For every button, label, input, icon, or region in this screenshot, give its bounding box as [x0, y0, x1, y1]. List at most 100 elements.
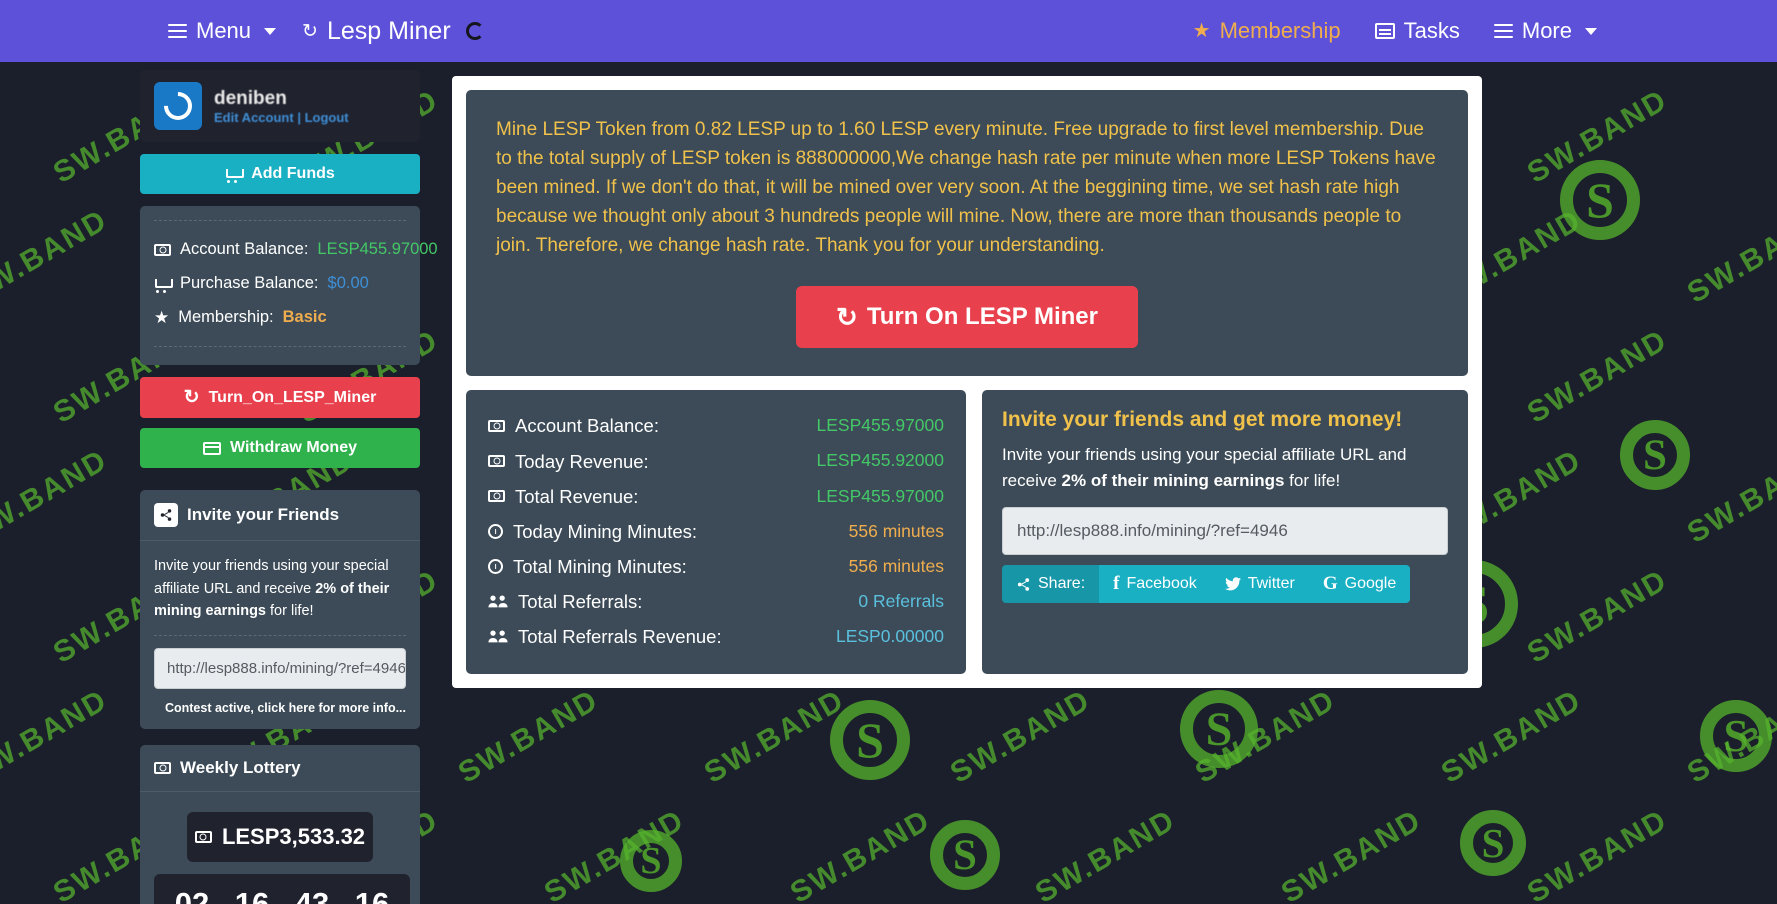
withdraw-money-button[interactable]: Withdraw Money: [140, 428, 420, 469]
twitter-icon: [1224, 577, 1241, 591]
weekly-lottery-title: Weekly Lottery: [180, 757, 301, 777]
star-icon: ★: [154, 308, 170, 328]
menu-dropdown[interactable]: Menu: [168, 18, 277, 44]
nav-membership[interactable]: ★ Membership: [1193, 18, 1341, 44]
share-twitter-button[interactable]: Twitter: [1210, 565, 1309, 604]
invite-friends-body: Invite your friends using your special a…: [140, 541, 420, 728]
more-icon: [1493, 23, 1513, 39]
affiliate-url-input[interactable]: http://lesp888.info/mining/?ref=4946: [1002, 507, 1448, 556]
share-google-button[interactable]: G Google: [1308, 565, 1411, 604]
sidebar-account-stats: Account Balance: LESP455.97000 Purchase …: [140, 206, 438, 366]
turn-on-miner-label: Turn_On_LESP_Miner: [208, 388, 377, 406]
sidebar-stat-row: Purchase Balance: $0.00: [154, 267, 406, 301]
edit-account-link[interactable]: Edit Account: [214, 110, 294, 125]
stat-row-total-referrals-revenue: Total Referrals Revenue: LESP0.00000: [488, 619, 944, 654]
sidebar-affiliate-url-input[interactable]: http://lesp888.info/mining/?ref=4946: [154, 647, 406, 689]
turn-on-lesp-miner-label: Turn On LESP Miner: [866, 303, 1098, 331]
stat-row-total-revenue: Total Revenue: LESP455.97000: [488, 479, 944, 514]
money-icon: [154, 243, 171, 256]
mining-notice-box: Mine LESP Token from 0.82 LESP up to 1.6…: [466, 90, 1468, 377]
lottery-amount: LESP3,533.32: [187, 811, 373, 862]
countdown-sec-value: 16: [354, 885, 390, 904]
stat-row-total-mining-minutes: Total Mining Minutes: 556 minutes: [488, 549, 944, 584]
countdown-unit-hrs: 16 hrs: [234, 885, 270, 904]
main-white-panel: Mine LESP Token from 0.82 LESP up to 1.6…: [452, 76, 1482, 689]
share-label-button: Share:: [1002, 565, 1100, 604]
invite-panel-title: Invite your friends and get more money!: [1002, 408, 1403, 432]
add-funds-button[interactable]: Add Funds: [140, 154, 420, 194]
users-icon: [488, 594, 508, 609]
turn-on-miner-sidebar-button[interactable]: ↻ Turn_On_LESP_Miner: [140, 377, 420, 419]
invite-friends-header: Invite your Friends: [140, 490, 420, 542]
refresh-icon: ↻: [183, 387, 200, 409]
countdown-days-value: 02: [174, 885, 210, 904]
lower-row: Account Balance: LESP455.97000 Today Rev…: [466, 390, 1468, 675]
mining-notice-text: Mine LESP Token from 0.82 LESP up to 1.6…: [496, 119, 1436, 256]
profile-card: deniben Edit Account | Logout: [140, 70, 420, 142]
invite-friends-text: Invite your friends using your special a…: [154, 555, 406, 622]
sidebar-stat-label: Purchase Balance:: [180, 273, 319, 292]
add-funds-label: Add Funds: [251, 165, 335, 182]
sidebar-stat-label: Account Balance:: [180, 240, 309, 258]
stat-label: Total Revenue:: [515, 485, 639, 507]
refresh-icon: ↻: [302, 20, 318, 42]
logout-link[interactable]: Logout: [305, 110, 349, 125]
top-navbar: Menu ↻ Lesp Miner ★ Membership Tasks Mor…: [0, 0, 1777, 62]
page-layout: deniben Edit Account | Logout Add Funds: [0, 62, 1777, 904]
sidebar-stat-value: Basic: [282, 307, 327, 326]
countdown-mins-value: 43: [294, 885, 330, 904]
google-icon: G: [1322, 573, 1338, 595]
nav-tasks[interactable]: Tasks: [1374, 18, 1460, 44]
invite-panel: Invite your friends and get more money! …: [982, 390, 1468, 675]
share-label: Share:: [1038, 575, 1086, 593]
invite-friends-title: Invite your Friends: [187, 505, 340, 525]
chevron-down-icon: [264, 27, 277, 35]
sidebar-stat-row: Account Balance: LESP455.97000: [154, 233, 438, 267]
stat-value: 556 minutes: [848, 520, 944, 541]
sidebar: deniben Edit Account | Logout Add Funds: [0, 62, 438, 904]
money-icon: [194, 830, 212, 843]
facebook-label: Facebook: [1126, 575, 1197, 593]
sidebar-stat-label: Membership:: [178, 307, 274, 326]
money-icon: [488, 490, 505, 503]
countdown-unit-mins: 43 mins: [294, 885, 330, 904]
chevron-down-icon: [1585, 27, 1597, 35]
invite-panel-text: Invite your friends using your special a…: [1002, 442, 1448, 493]
contest-note-link[interactable]: Contest active, click here for more info…: [154, 701, 406, 715]
countdown-hrs-value: 16: [234, 885, 270, 904]
facebook-icon: f: [1113, 573, 1120, 595]
stat-row-today-mining-minutes: Today Mining Minutes: 556 minutes: [488, 514, 944, 549]
weekly-lottery-body: LESP3,533.32 02 days 16 hrs: [140, 792, 420, 904]
clock-icon: [488, 559, 503, 574]
nav-more-dropdown[interactable]: More: [1493, 18, 1597, 44]
users-icon: [488, 629, 508, 644]
invite-panel-text-post: for life!: [1284, 470, 1341, 490]
money-icon: [488, 455, 505, 468]
share-icon: [154, 503, 178, 528]
nav-tasks-label: Tasks: [1403, 18, 1460, 43]
tasks-icon: [1374, 23, 1395, 39]
google-label: Google: [1344, 575, 1397, 593]
share-facebook-button[interactable]: f Facebook: [1099, 565, 1211, 604]
countdown-unit-days: 02 days: [174, 885, 210, 904]
withdraw-money-label: Withdraw Money: [230, 439, 357, 457]
stat-value: LESP0.00000: [835, 626, 944, 647]
countdown-unit-sec: 16 sec: [354, 885, 390, 904]
money-icon: [154, 761, 171, 774]
menu-icon: [168, 23, 187, 39]
brand-link[interactable]: ↻ Lesp Miner: [302, 17, 484, 46]
sidebar-stat-row: ★ Membership: Basic: [154, 301, 406, 335]
profile-links: Edit Account | Logout: [214, 110, 349, 125]
stat-label: Account Balance:: [515, 415, 659, 437]
invite-text-post: for life!: [266, 603, 314, 620]
stat-value: LESP455.97000: [816, 485, 944, 506]
stat-label: Total Referrals Revenue:: [518, 626, 722, 648]
stat-row-account-balance: Account Balance: LESP455.97000: [488, 408, 944, 443]
star-icon: ★: [1192, 20, 1211, 42]
account-stats-panel: Account Balance: LESP455.97000 Today Rev…: [466, 390, 966, 675]
stat-row-today-revenue: Today Revenue: LESP455.92000: [488, 444, 944, 479]
cart-icon: [225, 167, 245, 183]
navbar-left-group: Menu ↻ Lesp Miner: [168, 17, 484, 46]
invite-panel-text-bold: 2% of their mining earnings: [1061, 470, 1285, 490]
turn-on-lesp-miner-button[interactable]: ↻ Turn On LESP Miner: [796, 286, 1138, 349]
